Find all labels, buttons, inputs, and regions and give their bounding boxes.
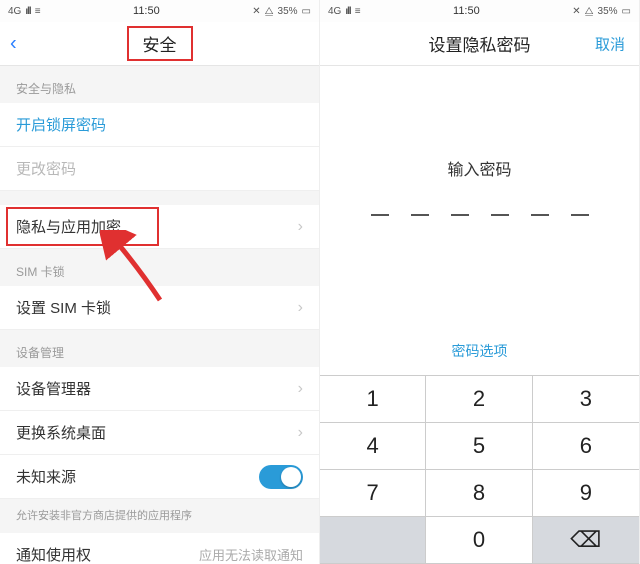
row-label: 未知来源 [16,466,76,487]
battery-icon: ▭ [302,6,311,17]
key-7[interactable]: 7 [320,470,426,517]
battery-percent: 35% [278,6,298,17]
clock: 11:50 [41,5,253,17]
chevron-right-icon: › [298,380,303,398]
row-label: 更改密码 [16,158,76,179]
row-label: 隐私与应用加密 [16,216,121,237]
cancel-button[interactable]: 取消 [595,33,625,54]
unknown-sources-note: 允许安装非官方商店提供的应用程序 [0,499,319,533]
number-keypad: 1 2 3 4 5 6 7 8 9 0 ⌫ [320,375,639,564]
password-dash [491,214,509,216]
phone-right-password: 4G ıll ≡ 11:50 ✕ ⧋ 35% ▭ 设置隐私密码 取消 输入密码 [320,0,640,564]
chevron-right-icon: › [298,218,303,236]
key-3[interactable]: 3 [533,376,639,423]
toggle-unknown-sources[interactable] [259,465,303,489]
page-title: 安全 [127,26,193,61]
row-device-admin[interactable]: 设备管理器 › [0,367,319,411]
row-notification-access[interactable]: 通知使用权 应用无法读取通知 [0,533,319,564]
key-9[interactable]: 9 [533,470,639,517]
page-title: 设置隐私密码 [415,28,545,59]
password-dash [531,214,549,216]
row-change-launcher[interactable]: 更换系统桌面 › [0,411,319,455]
back-button[interactable]: ‹ [10,32,17,55]
password-dash [411,214,429,216]
settings-list: 安全与隐私 开启锁屏密码 更改密码 隐私与应用加密 › SIM 卡锁 设置 SI… [0,66,319,564]
key-4[interactable]: 4 [320,423,426,470]
row-label: 设备管理器 [16,378,91,399]
signal-icon: ıll [345,6,350,17]
password-dash [451,214,469,216]
row-change-password: 更改密码 [0,147,319,191]
row-label: 设置 SIM 卡锁 [16,297,111,318]
chevron-right-icon: › [298,299,303,317]
password-options-link[interactable]: 密码选项 [452,341,508,361]
key-2[interactable]: 2 [426,376,532,423]
row-privacy-app-encryption[interactable]: 隐私与应用加密 › [0,205,319,249]
row-enable-lock-password[interactable]: 开启锁屏密码 [0,103,319,147]
key-delete[interactable]: ⌫ [533,517,639,564]
nav-bar: 设置隐私密码 取消 [320,22,639,66]
section-header-sim: SIM 卡锁 [0,249,319,286]
chevron-right-icon: › [298,424,303,442]
signal-icon: ıll [25,6,30,17]
key-6[interactable]: 6 [533,423,639,470]
row-label: 更换系统桌面 [16,422,106,443]
clock: 11:50 [361,5,573,17]
mute-icon: ✕ [252,6,260,17]
network-label: 4G [328,6,341,17]
status-bar: 4G ıll ≡ 11:50 ✕ ⧋ 35% ▭ [0,0,319,22]
section-header-security: 安全与隐私 [0,66,319,103]
battery-icon: ▭ [622,6,631,17]
password-dash [371,214,389,216]
key-5[interactable]: 5 [426,423,532,470]
key-8[interactable]: 8 [426,470,532,517]
phone-left-settings: 4G ıll ≡ 11:50 ✕ ⧋ 35% ▭ ‹ 安全 安全与隐私 开启锁屏… [0,0,320,564]
battery-percent: 35% [598,6,618,17]
key-0[interactable]: 0 [426,517,532,564]
nav-bar: ‹ 安全 [0,22,319,66]
row-label: 开启锁屏密码 [16,114,106,135]
mute-icon: ✕ [572,6,580,17]
key-blank [320,517,426,564]
section-header-device: 设备管理 [0,330,319,367]
password-dashes [371,214,589,216]
password-dash [571,214,589,216]
wifi-icon: ⧋ [585,6,594,17]
row-unknown-sources[interactable]: 未知来源 [0,455,319,499]
row-value: 应用无法读取通知 [199,545,303,564]
password-area: 输入密码 密码选项 [320,66,639,375]
status-bar: 4G ıll ≡ 11:50 ✕ ⧋ 35% ▭ [320,0,639,22]
password-prompt: 输入密码 [447,156,511,180]
row-label: 通知使用权 [16,544,91,564]
wifi-icon: ⧋ [265,6,274,17]
network-label: 4G [8,6,21,17]
key-1[interactable]: 1 [320,376,426,423]
row-set-sim-lock[interactable]: 设置 SIM 卡锁 › [0,286,319,330]
